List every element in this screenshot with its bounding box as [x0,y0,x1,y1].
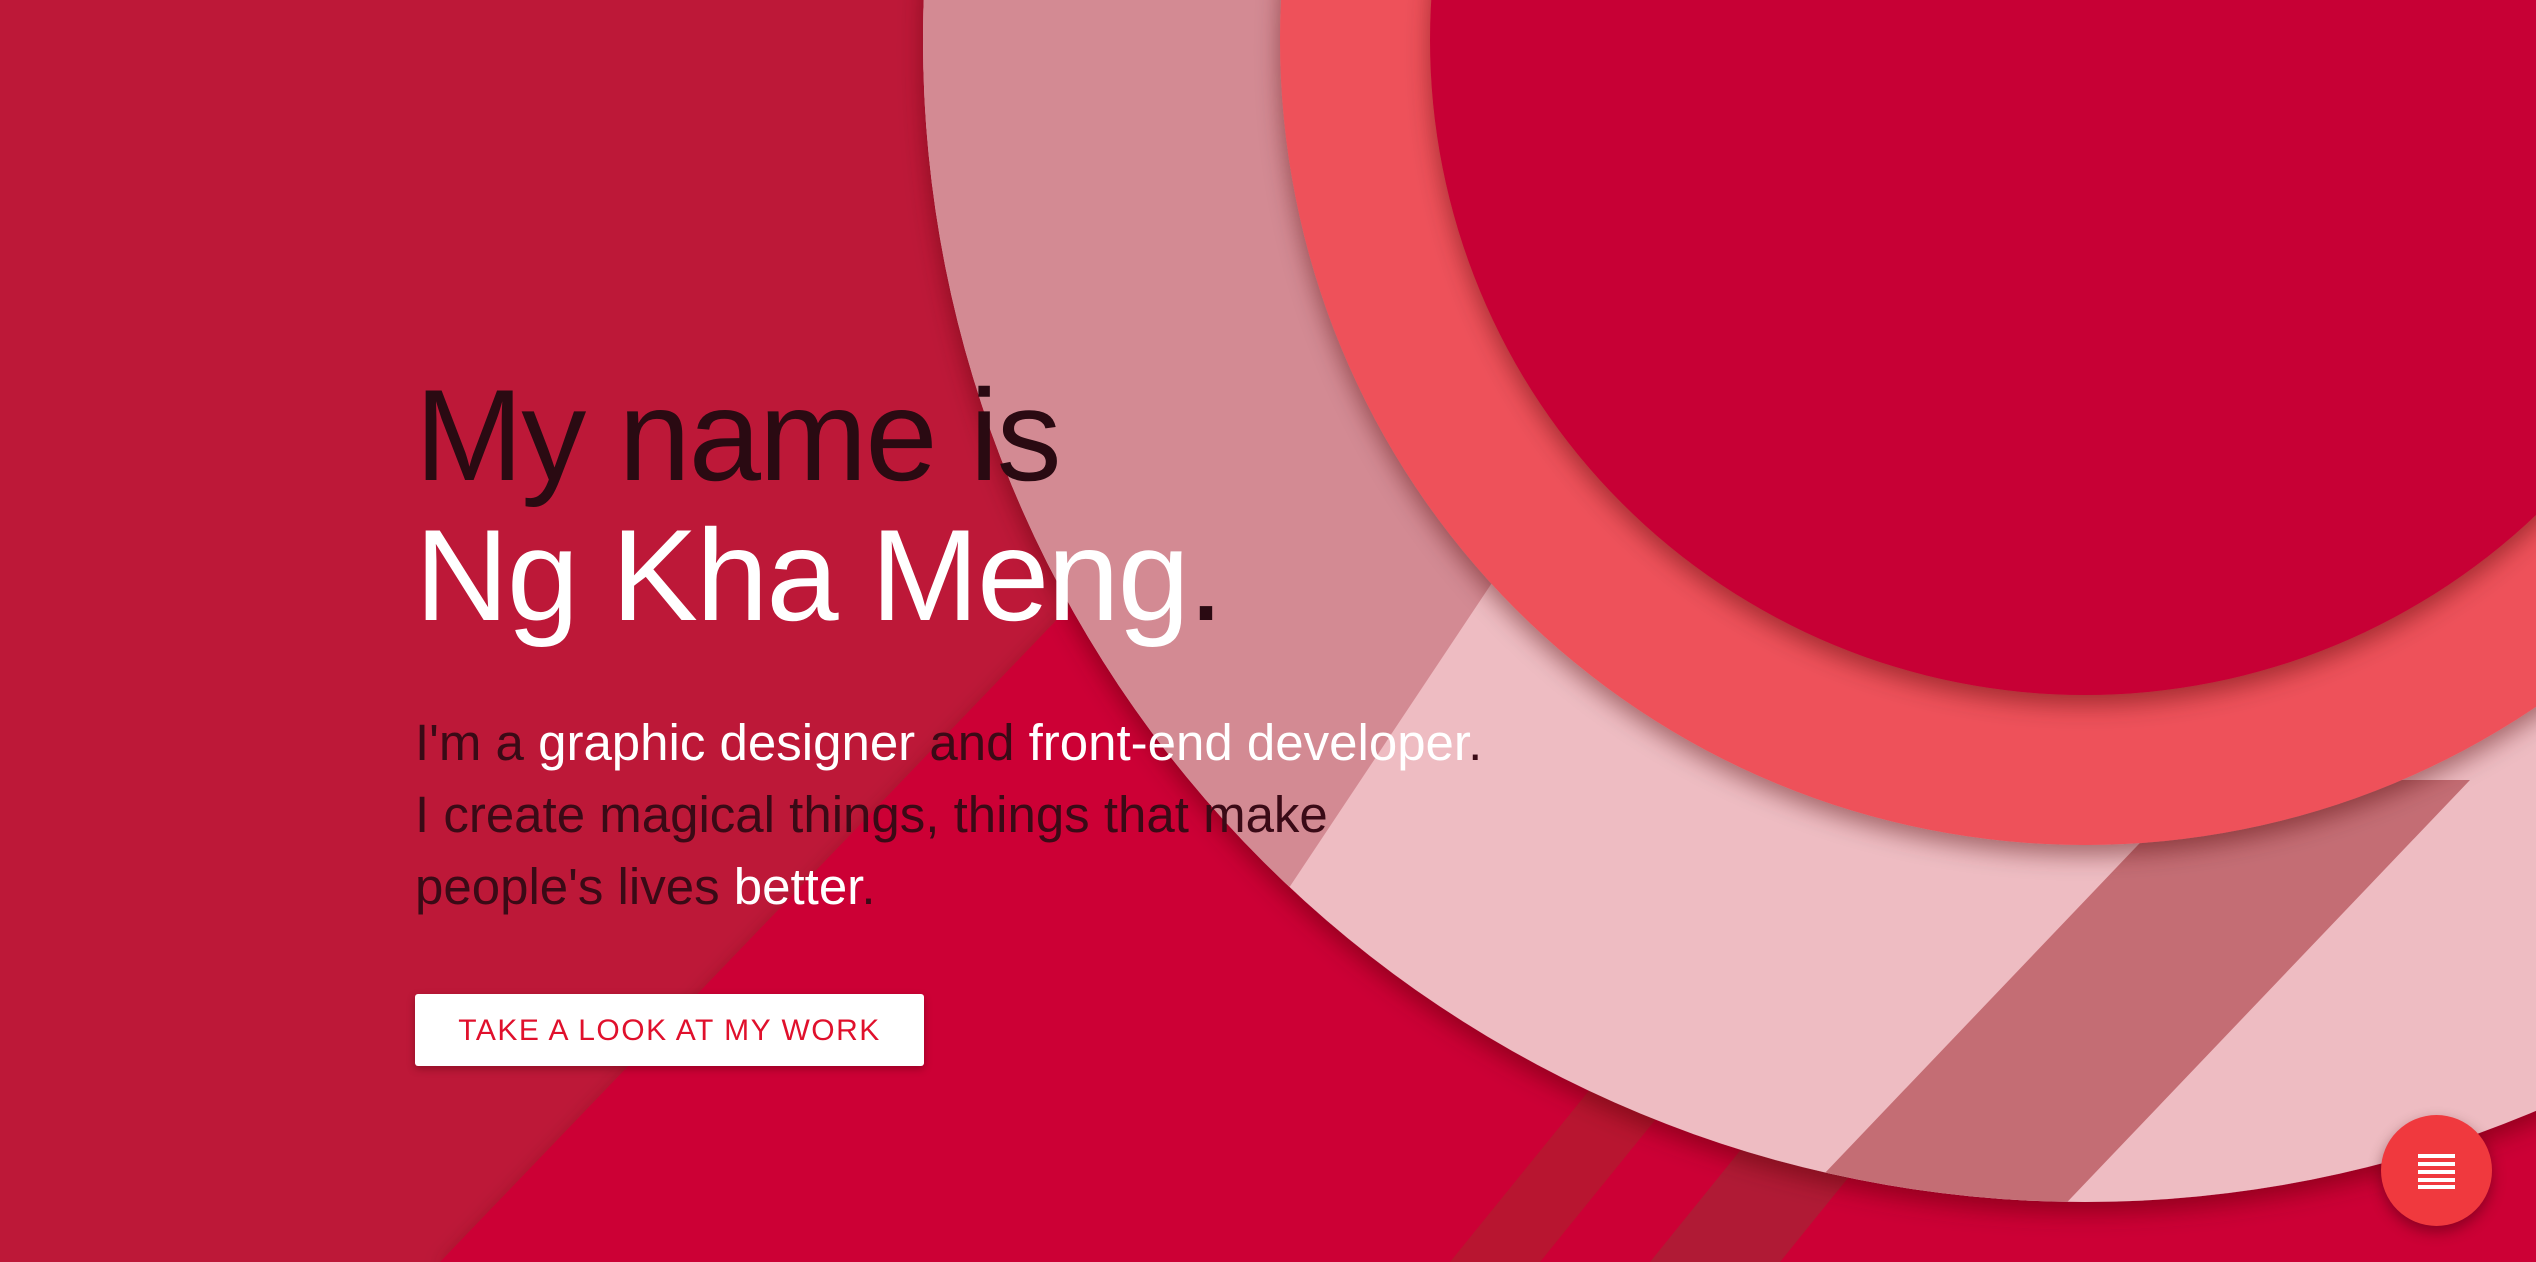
intro-line-2: I create magical things, things that mak… [415,786,1328,843]
intro-line-1: I'm a graphic designer and front-end dev… [415,707,1565,779]
intro-text: . [861,858,876,915]
intro-highlight-better: better [733,858,862,915]
headline-name: Ng Kha Meng [415,502,1190,648]
intro-text: people's lives [415,858,734,915]
intro-paragraph: I'm a graphic designer and front-end dev… [415,707,1565,923]
role-graphic-designer: graphic designer [538,714,916,771]
intro-text: . [1468,714,1483,771]
page-title: My name is Ng Kha Meng. [415,365,1565,645]
headline-intro: My name is [415,362,1062,508]
menu-button[interactable] [2381,1115,2492,1226]
intro-text: and [915,714,1029,771]
hero-text-block: My name is Ng Kha Meng. I'm a graphic de… [415,365,1565,923]
intro-line-3: people's lives better. [415,851,1565,923]
view-work-button[interactable]: TAKE A LOOK AT MY WORK [415,994,924,1066]
intro-text: I'm a [415,714,539,771]
role-front-end-developer: front-end developer [1028,714,1469,771]
headline-dot: . [1187,502,1224,648]
hero-section: My name is Ng Kha Meng. I'm a graphic de… [0,0,2536,1262]
menu-icon [2418,1154,2455,1189]
